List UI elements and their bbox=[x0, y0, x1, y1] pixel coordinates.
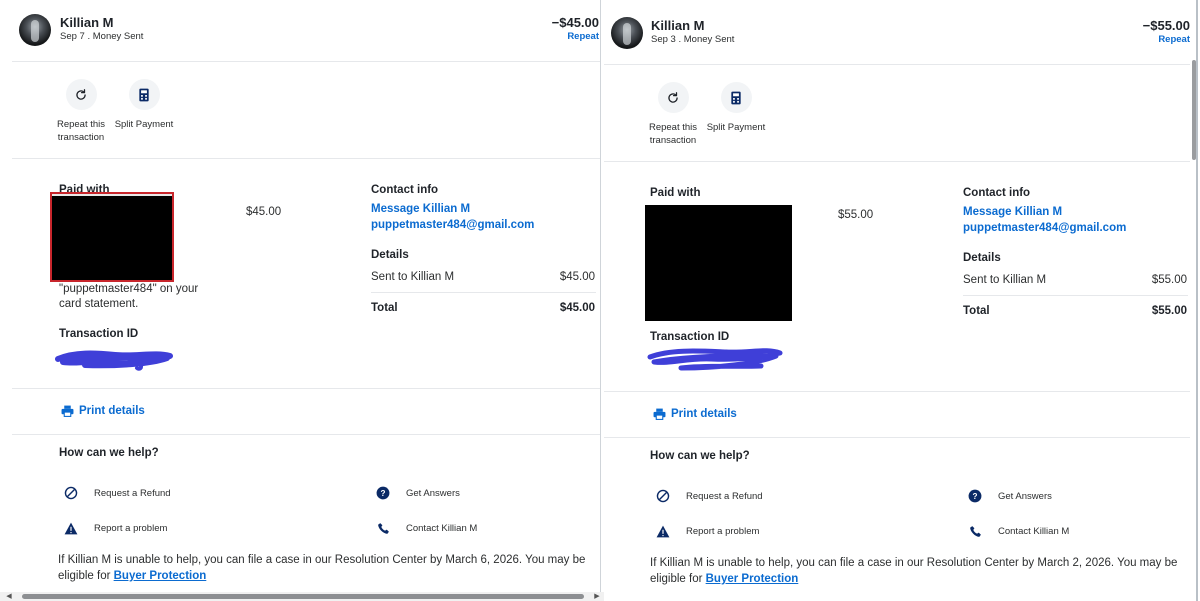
horizontal-scrollbar-thumb[interactable] bbox=[22, 594, 584, 599]
contact-info-heading: Contact info bbox=[371, 184, 439, 196]
svg-text:?: ? bbox=[381, 489, 386, 498]
question-icon: ? bbox=[968, 489, 982, 503]
help-heading: How can we help? bbox=[59, 447, 159, 459]
contact-seller-item[interactable]: Contact Killian M bbox=[968, 524, 1069, 538]
contact-seller-item[interactable]: Contact Killian M bbox=[376, 521, 477, 535]
repeat-transaction-button[interactable]: Repeat this transaction bbox=[46, 79, 116, 144]
scroll-left-icon[interactable]: ◀ bbox=[4, 592, 14, 601]
buyer-protection-link[interactable]: Buyer Protection bbox=[706, 573, 799, 585]
question-icon: ? bbox=[376, 486, 390, 500]
email-link[interactable]: puppetmaster484@gmail.com bbox=[371, 219, 534, 231]
repeat-link[interactable]: Repeat bbox=[567, 31, 599, 42]
printer-icon bbox=[61, 405, 74, 417]
svg-text:?: ? bbox=[973, 492, 978, 501]
print-details-button[interactable]: Print details bbox=[653, 408, 737, 420]
report-problem-label: Report a problem bbox=[94, 522, 168, 534]
message-link[interactable]: Message Killian M bbox=[963, 206, 1062, 218]
sent-to-label: Sent to Killian M bbox=[963, 274, 1047, 286]
report-problem-label: Report a problem bbox=[686, 525, 760, 537]
redacted-payment-method bbox=[50, 192, 174, 282]
contact-seller-label: Contact Killian M bbox=[406, 522, 478, 534]
transaction-amount: −$55.00 bbox=[1142, 18, 1190, 33]
report-problem-item[interactable]: Report a problem bbox=[64, 521, 167, 535]
contact-info-heading: Contact info bbox=[963, 187, 1031, 199]
repeat-transaction-button[interactable]: Repeat this transaction bbox=[638, 82, 708, 147]
repeat-link[interactable]: Repeat bbox=[1158, 34, 1190, 45]
sent-to-label: Sent to Killian M bbox=[371, 271, 455, 283]
horizontal-scrollbar[interactable]: ◀ ▶ bbox=[0, 592, 604, 601]
print-details-label: Print details bbox=[671, 408, 737, 420]
transaction-id-label: Transaction ID bbox=[59, 328, 139, 340]
contact-seller-label: Contact Killian M bbox=[998, 525, 1070, 537]
repeat-transaction-label: Repeat this transaction bbox=[648, 122, 698, 146]
warning-icon bbox=[64, 521, 78, 535]
transaction-subtitle: Sep 7 . Money Sent bbox=[60, 31, 144, 42]
calculator-icon bbox=[720, 82, 752, 113]
refresh-icon bbox=[657, 82, 689, 113]
redacted-transaction-id bbox=[55, 350, 173, 371]
phone-icon bbox=[968, 524, 982, 538]
buyer-protection-link[interactable]: Buyer Protection bbox=[114, 570, 207, 582]
request-refund-item[interactable]: Request a Refund bbox=[64, 486, 171, 500]
resolution-footer: If Killian M is unable to help, you can … bbox=[58, 552, 598, 584]
split-payment-label: Split Payment bbox=[114, 119, 174, 130]
details-heading: Details bbox=[963, 252, 1001, 264]
total-value: $45.00 bbox=[559, 302, 595, 314]
refresh-icon bbox=[65, 79, 97, 110]
paid-with-label: Paid with bbox=[650, 187, 701, 199]
print-details-button[interactable]: Print details bbox=[61, 405, 145, 417]
transaction-panel-sep7: Killian M Sep 7 . Money Sent −$45.00 Rep… bbox=[0, 0, 600, 601]
redacted-payment-method bbox=[645, 205, 792, 321]
avatar bbox=[611, 17, 643, 49]
details-heading: Details bbox=[371, 249, 409, 261]
transaction-subtitle: Sep 3 . Money Sent bbox=[651, 34, 735, 45]
scroll-right-icon[interactable]: ▶ bbox=[592, 592, 602, 601]
split-payment-button[interactable]: Split Payment bbox=[109, 79, 179, 131]
sent-to-value: $45.00 bbox=[559, 271, 595, 283]
recipient-name: Killian M bbox=[60, 15, 114, 30]
get-answers-label: Get Answers bbox=[406, 487, 460, 499]
email-link[interactable]: puppetmaster484@gmail.com bbox=[963, 222, 1126, 234]
calculator-icon bbox=[128, 79, 160, 110]
recipient-name: Killian M bbox=[651, 18, 705, 33]
repeat-transaction-label: Repeat this transaction bbox=[56, 119, 106, 143]
get-answers-item[interactable]: ? Get Answers bbox=[968, 489, 1052, 503]
transaction-id-label: Transaction ID bbox=[650, 331, 730, 343]
request-refund-label: Request a Refund bbox=[94, 487, 171, 499]
vertical-scrollbar-thumb[interactable] bbox=[1192, 60, 1196, 160]
transaction-amount: −$45.00 bbox=[551, 15, 599, 30]
request-refund-label: Request a Refund bbox=[686, 490, 763, 502]
blocked-icon bbox=[656, 489, 670, 503]
blocked-icon bbox=[64, 486, 78, 500]
vertical-scrollbar[interactable] bbox=[1190, 60, 1198, 160]
get-answers-item[interactable]: ? Get Answers bbox=[376, 486, 460, 500]
paid-amount: $55.00 bbox=[838, 209, 874, 221]
report-problem-item[interactable]: Report a problem bbox=[656, 524, 759, 538]
total-label: Total bbox=[963, 305, 990, 317]
statement-note: "puppetmaster484" on your card statement… bbox=[59, 283, 199, 310]
redacted-transaction-id bbox=[647, 348, 783, 371]
phone-icon bbox=[376, 521, 390, 535]
message-link[interactable]: Message Killian M bbox=[371, 203, 470, 215]
help-heading: How can we help? bbox=[650, 450, 750, 462]
print-details-label: Print details bbox=[79, 405, 145, 417]
split-payment-button[interactable]: Split Payment bbox=[701, 82, 771, 134]
panel-divider bbox=[600, 0, 601, 601]
sent-to-value: $55.00 bbox=[1151, 274, 1187, 286]
total-label: Total bbox=[371, 302, 398, 314]
request-refund-item[interactable]: Request a Refund bbox=[656, 489, 763, 503]
total-value: $55.00 bbox=[1151, 305, 1187, 317]
get-answers-label: Get Answers bbox=[998, 490, 1052, 502]
warning-icon bbox=[656, 524, 670, 538]
printer-icon bbox=[653, 408, 666, 420]
transaction-panel-sep3: Killian M Sep 3 . Money Sent −$55.00 Rep… bbox=[600, 0, 1200, 601]
split-payment-label: Split Payment bbox=[706, 122, 766, 133]
avatar bbox=[19, 14, 51, 46]
paid-amount: $45.00 bbox=[246, 206, 282, 218]
resolution-footer: If Killian M is unable to help, you can … bbox=[650, 555, 1190, 587]
